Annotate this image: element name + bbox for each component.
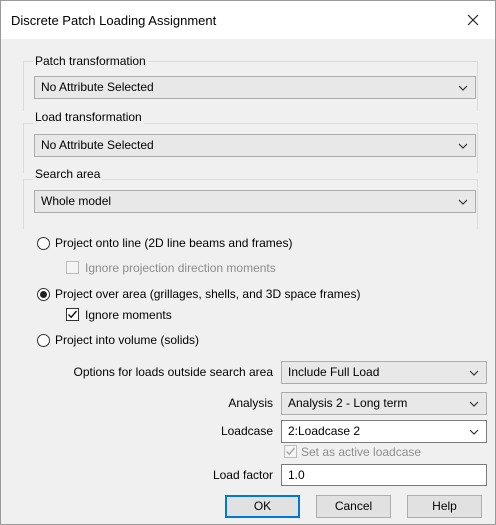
patch-transformation-select[interactable]: No Attribute Selected — [34, 76, 476, 99]
load-factor-input[interactable]: 1.0 — [281, 464, 487, 486]
dialog-window: Discrete Patch Loading Assignment Patch … — [0, 0, 496, 525]
load-transformation-label: Load transformation — [33, 110, 144, 124]
chevron-down-icon — [458, 199, 468, 205]
load-factor-label: Load factor — [212, 468, 273, 482]
patch-transformation-label: Patch transformation — [33, 54, 148, 68]
ignore-moments-checkbox[interactable] — [66, 308, 79, 321]
load-transformation-value: No Attribute Selected — [41, 138, 154, 152]
ignore-projection-moments-label: Ignore projection direction moments — [85, 261, 276, 275]
analysis-select[interactable]: Analysis 2 - Long term — [281, 392, 487, 415]
analysis-value: Analysis 2 - Long term — [288, 396, 408, 410]
dialog-title: Discrete Patch Loading Assignment — [11, 13, 217, 28]
close-button[interactable] — [451, 1, 495, 39]
help-button[interactable]: Help — [407, 495, 482, 518]
cancel-button[interactable]: Cancel — [316, 495, 391, 518]
project-onto-line-label[interactable]: Project onto line (2D line beams and fra… — [55, 236, 292, 250]
chevron-down-icon — [469, 370, 479, 376]
ignore-moments-label: Ignore moments — [85, 308, 172, 322]
outside-search-area-select[interactable]: Include Full Load — [281, 361, 487, 384]
set-active-loadcase-label: Set as active loadcase — [301, 445, 422, 459]
analysis-label: Analysis — [228, 396, 273, 410]
outside-search-area-value: Include Full Load — [288, 365, 380, 379]
search-area-label: Search area — [33, 167, 103, 181]
search-area-value: Whole model — [41, 194, 112, 208]
loadcase-label: Loadcase — [220, 424, 273, 438]
close-icon — [467, 14, 479, 26]
project-into-volume-radio[interactable] — [37, 334, 50, 347]
loadcase-select[interactable]: 2:Loadcase 2 — [281, 420, 487, 443]
project-over-area-label[interactable]: Project over area (grillages, shells, an… — [55, 287, 360, 301]
load-factor-value: 1.0 — [288, 468, 305, 482]
chevron-down-icon — [458, 85, 468, 91]
project-onto-line-radio[interactable] — [37, 237, 50, 250]
chevron-down-icon — [469, 401, 479, 407]
set-active-loadcase-checkbox[interactable] — [284, 445, 297, 458]
ok-button[interactable]: OK — [225, 495, 300, 518]
chevron-down-icon — [469, 429, 479, 435]
load-transformation-select[interactable]: No Attribute Selected — [34, 134, 476, 157]
title-bar: Discrete Patch Loading Assignment — [1, 1, 495, 39]
project-over-area-radio[interactable] — [37, 288, 50, 301]
search-area-select[interactable]: Whole model — [34, 190, 476, 213]
chevron-down-icon — [458, 143, 468, 149]
outside-search-area-label: Options for loads outside search area — [73, 365, 273, 379]
patch-transformation-value: No Attribute Selected — [41, 80, 154, 94]
loadcase-value: 2:Loadcase 2 — [288, 424, 361, 438]
ignore-projection-moments-checkbox[interactable] — [66, 261, 79, 274]
checkmark-icon — [68, 310, 78, 319]
checkmark-icon — [286, 447, 296, 456]
project-into-volume-label[interactable]: Project into volume (solids) — [55, 333, 199, 347]
